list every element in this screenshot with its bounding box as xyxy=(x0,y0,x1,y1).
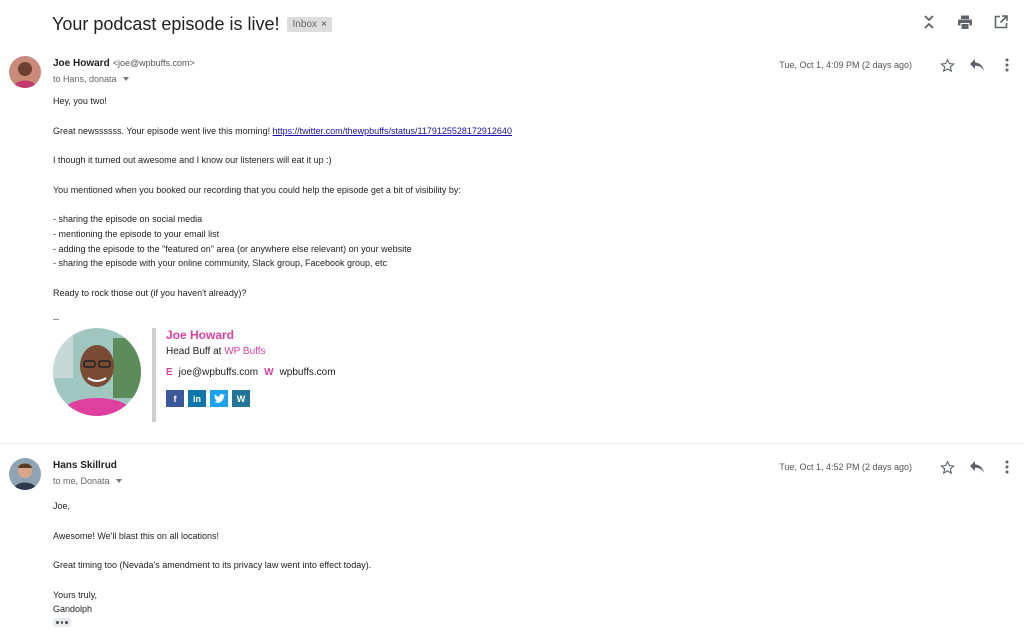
bullet-item: - sharing the episode on social media xyxy=(53,214,203,225)
inbox-label-chip[interactable]: Inbox × xyxy=(287,16,332,32)
sender-name[interactable]: Hans Skillrud xyxy=(53,460,117,471)
bullet-item: - adding the episode to the "featured on… xyxy=(53,243,412,254)
body-paragraph: You mentioned when you booked our record… xyxy=(53,184,461,195)
recipients-text: to me, Donata xyxy=(53,476,110,486)
body-greeting: Joe, xyxy=(53,501,71,511)
sender-avatar xyxy=(9,56,41,88)
message-date: Tue, Oct 1, 4:52 PM (2 days ago) xyxy=(779,462,912,472)
signature-name: Joe Howard xyxy=(166,328,235,342)
show-trimmed-content-button[interactable] xyxy=(53,618,71,627)
social-links: f in W xyxy=(166,390,250,407)
thread-toolbar xyxy=(920,13,1010,31)
more-vert-icon[interactable] xyxy=(998,458,1016,476)
signature-contact: E joe@wpbuffs.com W wpbuffs.com xyxy=(166,367,336,378)
web-letter: W xyxy=(264,367,274,378)
body-signoff: Yours truly, xyxy=(53,589,98,600)
bullet-item: - mentioning the episode to your email l… xyxy=(53,228,220,239)
remove-label-icon[interactable]: × xyxy=(321,19,327,30)
inbox-label-text: Inbox xyxy=(292,18,317,30)
sender-email: <joe@wpbuffs.com> xyxy=(112,58,195,68)
recipients-line[interactable]: to me, Donata xyxy=(53,476,122,486)
reply-icon[interactable] xyxy=(968,458,986,476)
body-text: Great newssssss. Your episode went live … xyxy=(53,125,273,136)
body-paragraph: Great newssssss. Your episode went live … xyxy=(53,124,512,139)
message-meta: Tue, Oct 1, 4:52 PM (2 days ago) xyxy=(779,458,1016,476)
signature-title: Head Buff at WP Buffs xyxy=(166,346,266,357)
signature-website[interactable]: wpbuffs.com xyxy=(280,367,336,378)
chevron-down-icon[interactable] xyxy=(122,77,129,81)
body-paragraph: I though it turned out awesome and I kno… xyxy=(53,155,332,166)
message-body: Hey, you two! Great newssssss. Your epis… xyxy=(53,94,512,300)
star-icon[interactable] xyxy=(938,56,956,74)
sender-line: Joe Howard <joe@wpbuffs.com> xyxy=(53,58,195,69)
facebook-icon[interactable]: f xyxy=(166,390,184,407)
chevron-down-icon[interactable] xyxy=(115,479,122,483)
signature-photo xyxy=(53,328,141,416)
sender-line: Hans Skillrud xyxy=(53,460,117,471)
signature-divider xyxy=(152,328,156,422)
collapse-all-icon[interactable] xyxy=(920,13,938,31)
message-body: Joe, Awesome! We'll blast this on all lo… xyxy=(53,499,371,617)
body-paragraph: Great timing too (Nevada's amendment to … xyxy=(53,560,372,571)
signature-company-link[interactable]: WP Buffs xyxy=(224,346,265,357)
twitter-icon[interactable] xyxy=(210,390,228,407)
linkedin-icon[interactable]: in xyxy=(188,390,206,407)
open-in-new-window-icon[interactable] xyxy=(992,13,1010,31)
more-vert-icon[interactable] xyxy=(998,56,1016,74)
body-closing: Ready to rock those out (if you haven't … xyxy=(53,287,247,298)
message-date: Tue, Oct 1, 4:09 PM (2 days ago) xyxy=(779,60,912,70)
thread-subject: Your podcast episode is live! xyxy=(52,13,280,34)
message-divider xyxy=(0,443,1024,444)
wordpress-icon[interactable]: W xyxy=(232,390,250,407)
thread-header: Your podcast episode is live! Inbox × xyxy=(52,12,332,36)
body-greeting: Hey, you two! xyxy=(53,96,107,106)
reply-icon[interactable] xyxy=(968,56,986,74)
body-signoff-name: Gandolph xyxy=(53,604,93,615)
star-icon[interactable] xyxy=(938,458,956,476)
signature-email[interactable]: joe@wpbuffs.com xyxy=(179,367,258,378)
recipients-line[interactable]: to Hans, donata xyxy=(53,74,129,84)
message-meta: Tue, Oct 1, 4:09 PM (2 days ago) xyxy=(779,56,1016,74)
body-paragraph: Awesome! We'll blast this on all locatio… xyxy=(53,530,219,541)
bullet-item: - sharing the episode with your online c… xyxy=(53,258,388,269)
sender-name[interactable]: Joe Howard xyxy=(53,58,110,69)
signature-title-text: Head Buff at xyxy=(166,346,225,357)
print-icon[interactable] xyxy=(956,13,974,31)
email-letter: E xyxy=(166,367,173,378)
tweet-link[interactable]: https://twitter.com/thewpbuffs/status/11… xyxy=(273,126,512,136)
signature-separator: -- xyxy=(53,314,59,324)
sender-avatar xyxy=(9,458,41,490)
recipients-text: to Hans, donata xyxy=(53,74,117,84)
